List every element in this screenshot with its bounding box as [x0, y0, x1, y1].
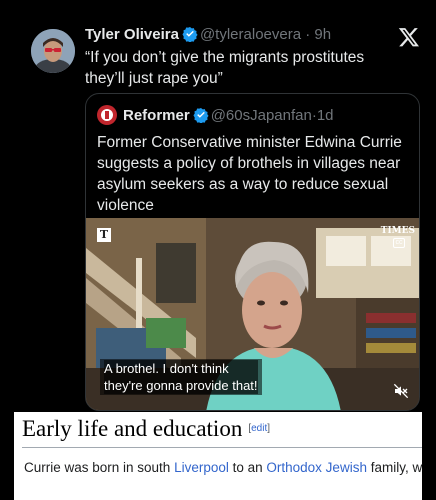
times-logo: TIMES — [380, 226, 415, 236]
tweet-time[interactable]: 9h — [314, 26, 331, 43]
wiki-text: family, w — [366, 460, 423, 475]
wiki-text: Currie was born in south — [24, 460, 175, 475]
tweet-text-line: “If you don’t give the migrants prostitu… — [85, 49, 365, 66]
subtitle-line: A brothel. I don't think — [104, 360, 258, 377]
wikipedia-excerpt: Early life and education [edit] Currie wa… — [14, 412, 422, 500]
quote-time[interactable]: 1d — [317, 107, 334, 124]
subtitle-line: they're gonna provide that! — [104, 377, 258, 394]
quote-text-line: violence — [97, 197, 154, 214]
wiki-text: to an — [228, 460, 267, 475]
wiki-link-liverpool[interactable]: Liverpool — [174, 460, 229, 475]
quote-author-name[interactable]: Reformer — [123, 107, 190, 124]
wiki-paragraph: Currie was born in south Liverpool to an… — [24, 460, 422, 475]
quote-avatar[interactable] — [97, 105, 117, 125]
wiki-section-heading: Early life and education [edit] — [22, 416, 270, 442]
quote-text: Former Conservative minister Edwina Curr… — [97, 132, 415, 216]
tweet-text-line: they’ll just rape you” — [85, 70, 223, 87]
cc-icon[interactable]: cc — [393, 238, 405, 248]
quote-text-line: asylum seekers as a way to reduce sexual — [97, 176, 389, 193]
x-logo-icon[interactable] — [398, 26, 420, 48]
verified-badge-icon — [193, 108, 209, 123]
video-player[interactable]: T TIMES cc A brothel. I don't think they… — [86, 218, 419, 410]
watermark-t-logo: T — [97, 228, 111, 242]
tweet-text: “If you don’t give the migrants prostitu… — [85, 47, 405, 89]
author-avatar[interactable] — [31, 29, 75, 73]
video-subtitles: A brothel. I don't think they're gonna p… — [100, 359, 262, 395]
author-handle[interactable]: @tyleraloevera — [200, 26, 301, 43]
wiki-heading-rule — [22, 447, 422, 448]
wiki-link-orthodox-jewish[interactable]: Orthodox Jewish — [266, 460, 367, 475]
edit-bracket: ] — [267, 423, 271, 434]
quoted-tweet[interactable]: Reformer @60sJapanfan · 1d Former Conserv… — [85, 93, 420, 411]
quote-author-handle[interactable]: @60sJapanfan — [211, 107, 312, 124]
tweet: Tyler Oliveira @tyleraloevera · 9h “If yo… — [0, 0, 436, 412]
quote-header: Reformer @60sJapanfan · 1d — [97, 105, 334, 125]
quote-text-line: suggests a policy of brothels in village… — [97, 155, 401, 172]
edit-label[interactable]: edit — [251, 423, 267, 434]
tweet-header: Tyler Oliveira @tyleraloevera · 9h — [85, 26, 331, 43]
quote-text-line: Former Conservative minister Edwina Curr… — [97, 134, 402, 151]
wiki-edit-link[interactable]: [edit] — [248, 423, 270, 434]
verified-badge-icon — [182, 27, 198, 42]
author-name[interactable]: Tyler Oliveira — [85, 26, 179, 43]
wiki-heading-text: Early life and education — [22, 416, 243, 441]
mute-icon[interactable] — [393, 383, 409, 399]
dot-separator: · — [301, 26, 315, 43]
